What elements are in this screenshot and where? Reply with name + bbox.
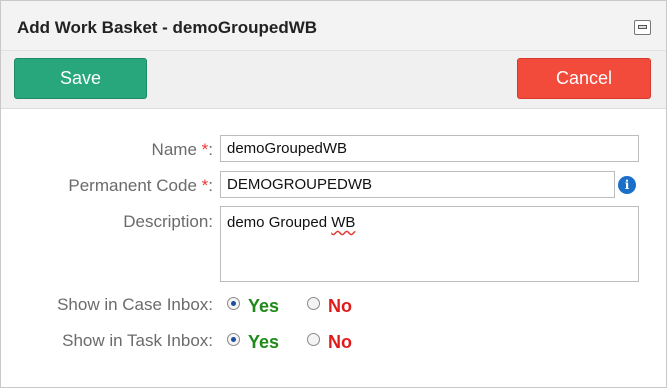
spellcheck-word: WB bbox=[331, 214, 356, 231]
description-textarea[interactable]: demo Grouped WB bbox=[220, 206, 639, 282]
permanent-code-label: Permanent Code *: bbox=[68, 176, 213, 195]
task-inbox-yes-label[interactable]: Yes bbox=[248, 332, 279, 353]
save-button[interactable]: Save bbox=[14, 58, 147, 99]
permanent-code-field[interactable]: DEMOGROUPEDWB bbox=[220, 171, 615, 198]
info-icon[interactable]: i bbox=[618, 176, 636, 194]
name-field[interactable]: demoGroupedWB bbox=[220, 135, 639, 162]
task-inbox-yes-radio[interactable] bbox=[227, 333, 240, 346]
case-inbox-label: Show in Case Inbox: bbox=[57, 295, 213, 314]
case-inbox-no-label[interactable]: No bbox=[328, 296, 352, 317]
name-label: Name *: bbox=[151, 140, 213, 159]
dialog-titlebar: Add Work Basket - demoGroupedWB bbox=[1, 1, 666, 51]
dialog-title: Add Work Basket - demoGroupedWB bbox=[17, 18, 318, 37]
case-inbox-yes-label[interactable]: Yes bbox=[248, 296, 279, 317]
add-work-basket-dialog: Add Work Basket - demoGroupedWB Save Can… bbox=[0, 0, 667, 388]
case-inbox-yes-radio[interactable] bbox=[227, 297, 240, 310]
description-label: Description: bbox=[123, 212, 213, 231]
task-inbox-label: Show in Task Inbox: bbox=[62, 331, 213, 350]
task-inbox-no-label[interactable]: No bbox=[328, 332, 352, 353]
task-inbox-no-radio[interactable] bbox=[307, 333, 320, 346]
cancel-button[interactable]: Cancel bbox=[517, 58, 651, 99]
case-inbox-no-radio[interactable] bbox=[307, 297, 320, 310]
window-restore-icon[interactable] bbox=[634, 20, 651, 35]
dialog-toolbar: Save Cancel bbox=[1, 51, 666, 109]
